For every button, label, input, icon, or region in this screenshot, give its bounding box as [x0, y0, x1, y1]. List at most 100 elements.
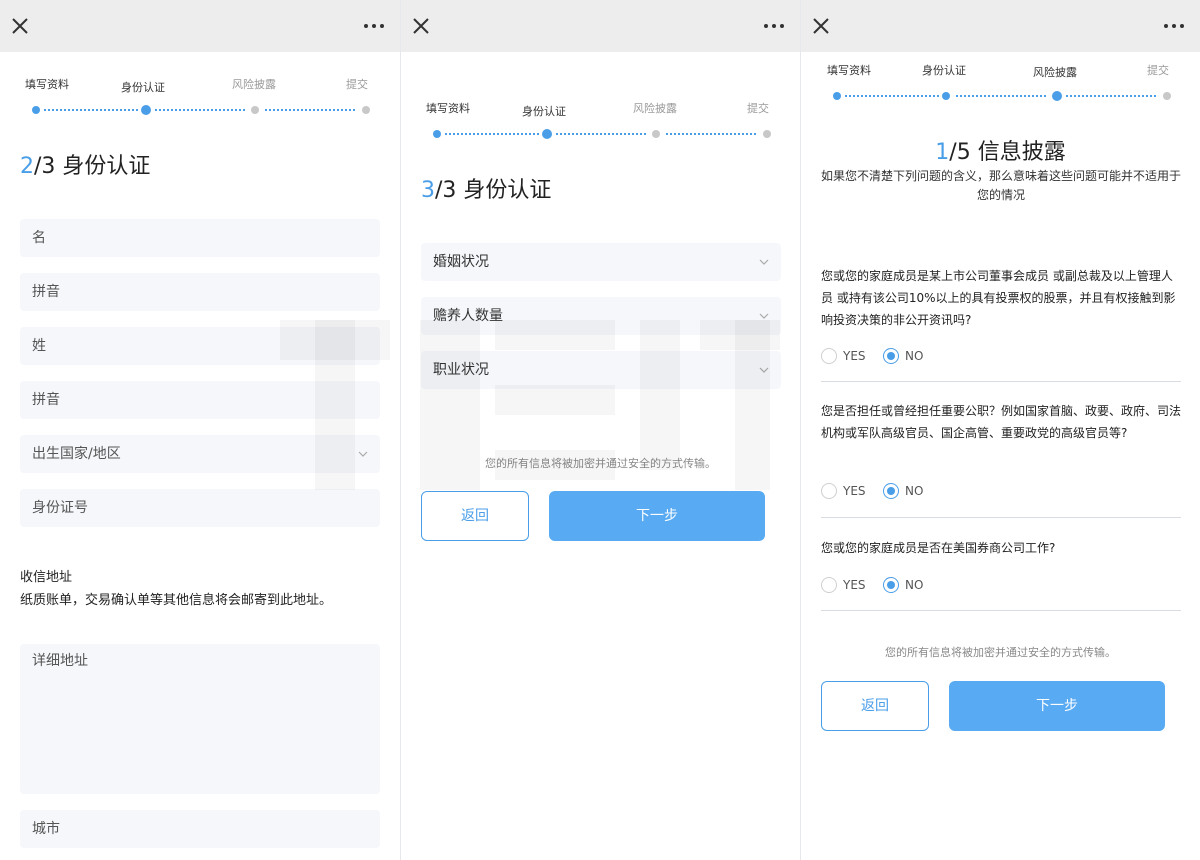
section-title-text: /3 身份认证 [34, 154, 151, 179]
step-dot-1 [433, 130, 441, 138]
more-icon[interactable] [1162, 18, 1186, 34]
step-label-2: 身份认证 [922, 64, 966, 77]
question-1-no-radio[interactable]: NO [883, 347, 923, 365]
section-title: 3/3 身份认证 [421, 172, 551, 204]
more-icon[interactable] [362, 18, 386, 34]
step-label-3: 风险披露 [232, 78, 276, 91]
given-name-input[interactable]: 名 [20, 219, 380, 257]
step-line [666, 133, 758, 135]
dependents-label: 赡养人数量 [433, 308, 503, 324]
step-dot-4 [362, 106, 370, 114]
step-line [1066, 95, 1158, 97]
birth-country-label: 出生国家/地区 [32, 446, 121, 462]
question-3-no-radio[interactable]: NO [883, 576, 923, 594]
next-button[interactable]: 下一步 [949, 681, 1165, 731]
question-1-yes-radio[interactable]: YES [821, 347, 866, 365]
section-title-text: /3 身份认证 [435, 178, 552, 203]
step-dot-4 [1163, 92, 1171, 100]
surname-pinyin-input[interactable]: 拼音 [20, 381, 380, 419]
no-label: NO [905, 578, 924, 592]
question-3-text: 您或您的家庭成员是否在美国券商公司工作? [821, 541, 1056, 555]
step-dot-1 [833, 92, 841, 100]
employment-status-label: 职业状况 [433, 362, 489, 378]
marital-status-select[interactable]: 婚姻状况 [421, 243, 781, 281]
step-line [556, 133, 648, 135]
step-line [155, 109, 247, 111]
step-label-3: 风险披露 [633, 102, 677, 115]
progress-steps: 填写资料 身份认证 风险披露 提交 [0, 76, 400, 126]
section-subtitle: 如果您不清楚下列问题的含义，那么意味着这些问题可能并不适用于您的情况 [821, 169, 1182, 202]
section-title: 2/3 身份认证 [20, 148, 150, 180]
screen-disclosure: 填写资料 身份认证 风险披露 提交 1/5 信息披露 如果您不清楚下列问题的含义… [800, 0, 1200, 860]
question-3-yes-radio[interactable]: YES [821, 576, 866, 594]
section-number: 2 [20, 154, 34, 179]
step-dot-3 [652, 130, 660, 138]
close-icon[interactable] [10, 16, 30, 36]
close-icon[interactable] [811, 16, 831, 36]
divider [821, 610, 1181, 611]
question-1-text: 您或您的家庭成员是某上市公司董事会成员 或副总裁及以上管理人员 或持有该公司10… [821, 269, 1176, 327]
security-note: 您的所有信息将被加密并通过安全的方式传输。 [885, 646, 1116, 659]
step-track [833, 91, 1171, 102]
more-icon[interactable] [762, 18, 786, 34]
back-button[interactable]: 返回 [421, 491, 529, 541]
marital-status-label: 婚姻状况 [433, 254, 489, 270]
screen-identity-extra: 填写资料 身份认证 风险披露 提交 3/3 身份认证 婚姻状况 赡养人数量 职业… [400, 0, 800, 860]
radio-circle-checked-icon [883, 577, 899, 593]
progress-steps: 填写资料 身份认证 风险披露 提交 [401, 100, 800, 150]
close-icon[interactable] [411, 16, 431, 36]
given-name-pinyin-input[interactable]: 拼音 [20, 273, 380, 311]
next-button[interactable]: 下一步 [549, 491, 765, 541]
no-label: NO [905, 349, 924, 363]
id-number-input[interactable]: 身份证号 [20, 489, 380, 527]
step-dot-3 [1052, 91, 1062, 101]
no-label: NO [905, 484, 924, 498]
detail-address-textarea[interactable]: 详细地址 [20, 644, 380, 794]
step-line [445, 133, 541, 135]
question-2-text: 您是否担任或曾经担任重要公职？例如国家首脑、政要、政府、司法机构或军队高级官员、… [821, 404, 1182, 440]
step-label-1: 填写资料 [827, 64, 871, 77]
step-label-4: 提交 [346, 78, 368, 91]
step-dot-2 [542, 129, 552, 139]
radio-circle-checked-icon [883, 483, 899, 499]
surname-input[interactable]: 姓 [20, 327, 380, 365]
question-2-no-radio[interactable]: NO [883, 482, 923, 500]
address-title: 收信地址 [20, 570, 73, 585]
address-description: 纸质账单，交易确认单等其他信息将会邮寄到此地址。 [20, 593, 333, 608]
step-label-1: 填写资料 [426, 102, 470, 115]
section-title-text: /5 信息披露 [949, 140, 1066, 165]
birth-country-select[interactable]: 出生国家/地区 [20, 435, 380, 473]
step-label-2: 身份认证 [121, 81, 165, 94]
back-button[interactable]: 返回 [821, 681, 929, 731]
radio-circle-checked-icon [883, 348, 899, 364]
security-note: 您的所有信息将被加密并通过安全的方式传输。 [485, 457, 716, 470]
chevron-down-icon [759, 259, 769, 265]
employment-status-select[interactable]: 职业状况 [421, 351, 781, 389]
divider [821, 381, 1181, 382]
radio-circle-icon [821, 483, 837, 499]
step-label-4: 提交 [1147, 64, 1169, 77]
step-label-2: 身份认证 [522, 105, 566, 118]
step-line [265, 109, 357, 111]
radio-circle-icon [821, 348, 837, 364]
yes-label: YES [843, 578, 866, 592]
progress-steps: 填写资料 身份认证 风险披露 提交 [801, 62, 1200, 112]
step-line [956, 95, 1048, 97]
step-dot-1 [32, 106, 40, 114]
city-input[interactable]: 城市 [20, 810, 380, 848]
top-bar [801, 0, 1200, 52]
top-bar [0, 0, 400, 52]
radio-circle-icon [821, 577, 837, 593]
question-2-yes-radio[interactable]: YES [821, 482, 866, 500]
chevron-down-icon [759, 367, 769, 373]
chevron-down-icon [759, 313, 769, 319]
step-label-4: 提交 [747, 102, 769, 115]
dependents-select[interactable]: 赡养人数量 [421, 297, 781, 335]
step-line [845, 95, 941, 97]
top-bar [401, 0, 800, 52]
step-label-3: 风险披露 [1033, 66, 1077, 79]
yes-label: YES [843, 349, 866, 363]
section-title: 1/5 信息披露 [801, 134, 1200, 166]
step-track [32, 105, 370, 116]
step-track [433, 129, 771, 140]
